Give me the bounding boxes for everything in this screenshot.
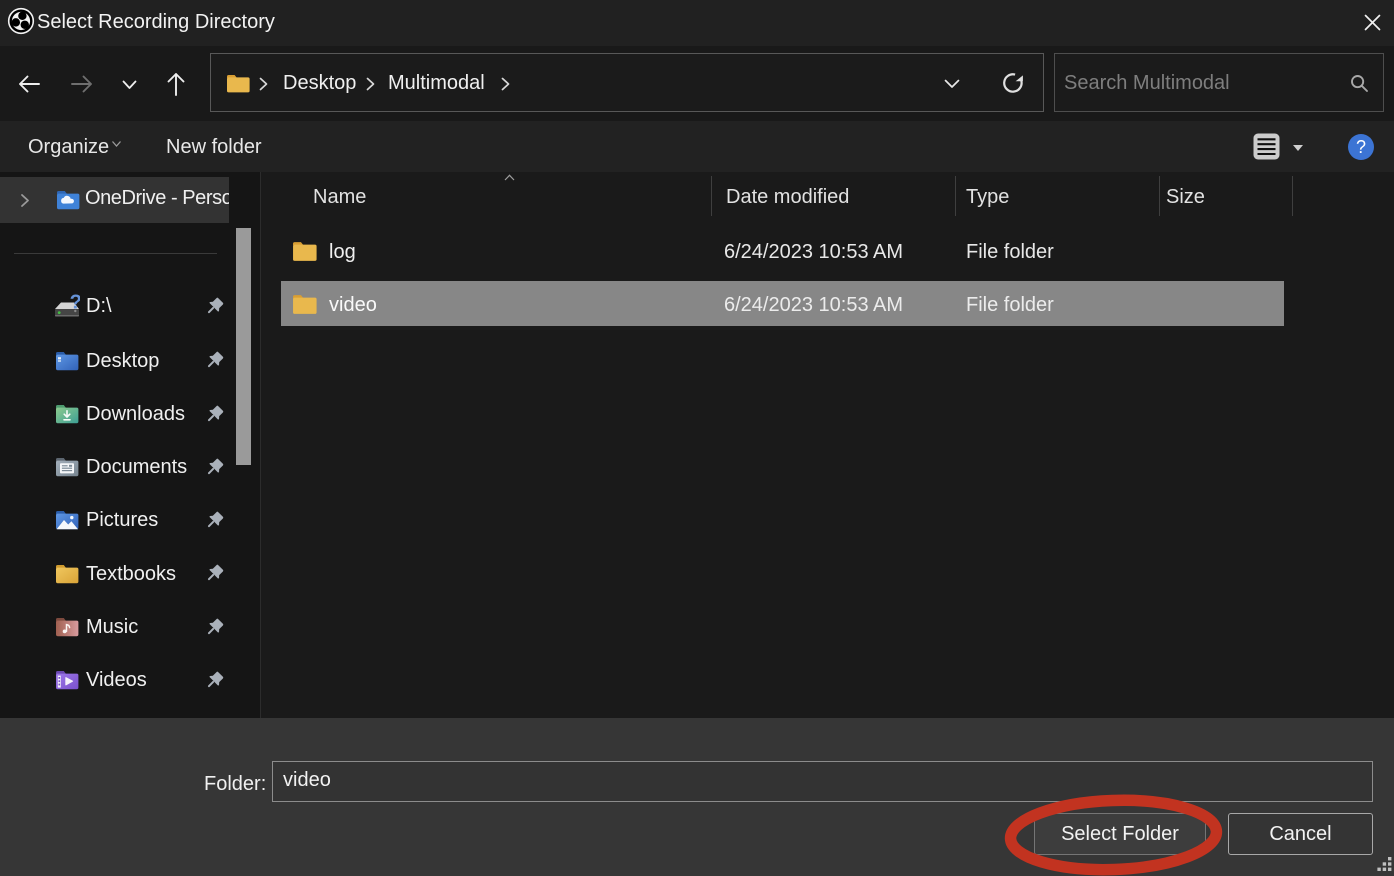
svg-text:?: ? (70, 294, 80, 314)
